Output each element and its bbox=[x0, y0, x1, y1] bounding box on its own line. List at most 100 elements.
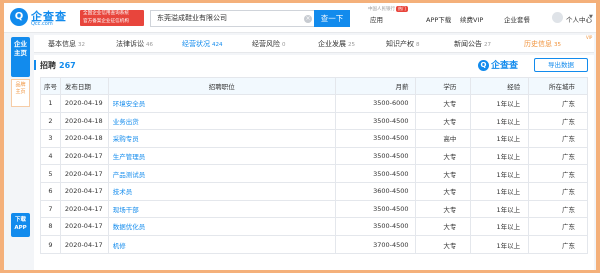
clear-search-icon[interactable]: × bbox=[304, 15, 312, 23]
cell-city-text: 广东 bbox=[562, 223, 575, 232]
table-row: 7 2020-04-17 现场干部 3500-4500 大专 1年以上 广东 bbox=[41, 200, 587, 219]
cell-experience: 1年以上 bbox=[471, 218, 530, 235]
cell-position[interactable]: 业务出货 bbox=[109, 112, 336, 130]
cell-no: 4 bbox=[41, 147, 61, 165]
position-link[interactable]: 现场干部 bbox=[113, 204, 139, 214]
cell-education-text: 大专 bbox=[443, 241, 457, 250]
cell-education-text: 大专 bbox=[443, 100, 457, 109]
cell-education: 大专 bbox=[416, 182, 472, 200]
cell-experience: 1年以上 bbox=[471, 95, 530, 112]
search-input[interactable]: 东莞溢成鞋业有限公司 bbox=[150, 10, 314, 27]
cell-no-text: 2 bbox=[48, 116, 53, 125]
tab-operations[interactable]: 经营状况 424 bbox=[182, 39, 223, 49]
cell-experience: 1年以上 bbox=[471, 147, 530, 165]
tab-label: 基本信息 bbox=[48, 40, 76, 48]
cell-position[interactable]: 现场干部 bbox=[109, 200, 336, 218]
cell-position[interactable]: 生产管理员 bbox=[109, 147, 336, 165]
cell-no-text: 1 bbox=[48, 99, 53, 108]
col-header-salary: 月薪 bbox=[336, 78, 416, 94]
tab-count: 25 bbox=[348, 42, 355, 48]
left-rail: 企业 主页 品牌 主页 bbox=[11, 37, 30, 107]
position-link[interactable]: 生产管理员 bbox=[113, 151, 146, 161]
col-header-position: 招聘职位 bbox=[109, 78, 336, 94]
table-row: 6 2020-04-17 技术员 3600-4500 大专 1年以上 广东 bbox=[41, 182, 587, 201]
cell-salary: 3700-4500 bbox=[336, 235, 416, 254]
cell-position[interactable]: 采购专员 bbox=[109, 130, 336, 147]
tab-history[interactable]: 历史信息 35 bbox=[524, 39, 561, 49]
cell-salary: 3600-4500 bbox=[336, 182, 416, 200]
tab-label: 知识产权 bbox=[386, 40, 414, 48]
cell-city-text: 广东 bbox=[562, 170, 575, 179]
nav-apps[interactable]: 应用 bbox=[370, 14, 383, 24]
tab-news[interactable]: 新闻公告 27 bbox=[454, 39, 491, 49]
cell-city: 广东 bbox=[529, 201, 587, 218]
position-link[interactable]: 机修 bbox=[113, 240, 126, 250]
tab-label: 法律诉讼 bbox=[116, 40, 144, 48]
watermark-mark-icon: Q bbox=[478, 60, 489, 71]
position-link[interactable]: 产品测试员 bbox=[113, 169, 146, 179]
tab-count: 0 bbox=[282, 42, 286, 48]
rail-download-app[interactable]: 下载 APP bbox=[11, 213, 30, 237]
cell-position[interactable]: 技术员 bbox=[109, 182, 336, 200]
tab-operating-risk[interactable]: 经营风险 0 bbox=[252, 39, 286, 49]
position-link[interactable]: 技术员 bbox=[113, 186, 133, 196]
hot-badge: 热门 bbox=[396, 6, 408, 12]
cell-experience: 1年以上 bbox=[471, 165, 530, 182]
logo-mark-icon: Q bbox=[10, 8, 28, 26]
cell-position[interactable]: 数据优化员 bbox=[109, 218, 336, 235]
tab-litigation[interactable]: 法律诉讼 46 bbox=[116, 39, 153, 49]
search-button[interactable]: 查一下 bbox=[314, 10, 350, 27]
cell-salary: 3500-4500 bbox=[336, 218, 416, 235]
position-link[interactable]: 采购专员 bbox=[113, 133, 139, 143]
chevron-down-icon[interactable]: ▼ bbox=[589, 14, 593, 20]
cell-salary: 3500-4500 bbox=[336, 200, 416, 218]
cell-experience-text: 1年以上 bbox=[496, 188, 521, 197]
position-link[interactable]: 数据优化员 bbox=[113, 221, 146, 231]
tab-basic-info[interactable]: 基本信息 32 bbox=[48, 39, 85, 49]
cell-education-text: 大专 bbox=[443, 205, 457, 214]
cell-no: 8 bbox=[41, 218, 61, 235]
rail-brand-home[interactable]: 品牌 主页 bbox=[11, 79, 30, 107]
cell-city-text: 广东 bbox=[562, 205, 575, 214]
cell-education-text: 大专 bbox=[443, 153, 457, 162]
cell-no: 6 bbox=[41, 182, 61, 200]
nav-enterprise-plan[interactable]: 企业套餐 bbox=[504, 14, 530, 24]
cell-position[interactable]: 机修 bbox=[109, 235, 336, 254]
cell-experience-text: 1年以上 bbox=[496, 205, 521, 214]
tab-label: 经营状况 bbox=[182, 40, 210, 48]
site-logo[interactable]: Q 企查查 Qcc.com bbox=[10, 8, 74, 30]
rail-company-home[interactable]: 企业 主页 bbox=[11, 37, 30, 77]
cell-city-text: 广东 bbox=[562, 188, 575, 197]
cell-no-text: 6 bbox=[48, 187, 53, 196]
position-link[interactable]: 业务出货 bbox=[113, 116, 139, 126]
table-header-row: 序号 发布日期 招聘职位 月薪 学历 经验 所在城市 bbox=[41, 78, 587, 95]
table-row: 5 2020-04-17 产品测试员 3500-4500 大专 1年以上 广东 bbox=[41, 165, 587, 183]
nav-app-download[interactable]: APP下载 bbox=[426, 14, 451, 24]
cell-city-text: 广东 bbox=[562, 153, 575, 162]
nav-renew-vip[interactable]: 续费VIP bbox=[460, 14, 483, 24]
tab-count: 46 bbox=[146, 42, 153, 48]
watermark-logo: Q 企查查 bbox=[478, 58, 518, 71]
table-row: 8 2020-04-17 数据优化员 3500-4500 大专 1年以上 广东 bbox=[41, 218, 587, 236]
logo-subtext: Qcc.com bbox=[31, 21, 53, 27]
gov-badge-line2: 官方备案企业征信机构 bbox=[83, 18, 129, 24]
user-avatar-icon[interactable] bbox=[552, 12, 563, 23]
cell-no-text: 7 bbox=[48, 204, 53, 213]
cell-position[interactable]: 环境安全员 bbox=[109, 95, 336, 112]
export-data-button[interactable]: 导出数据 bbox=[534, 58, 588, 72]
cell-education-text: 大专 bbox=[443, 170, 457, 179]
cell-city: 广东 bbox=[529, 130, 587, 147]
tab-ip[interactable]: 知识产权 8 bbox=[386, 39, 420, 49]
cell-no-text: 8 bbox=[48, 222, 53, 231]
vip-tag: VIP bbox=[586, 35, 593, 40]
cell-salary: 3500-4500 bbox=[336, 165, 416, 182]
tab-count: 32 bbox=[78, 42, 85, 48]
tab-development[interactable]: 企业发展 25 bbox=[318, 39, 355, 49]
cell-salary-text: 3500-4500 bbox=[373, 134, 409, 143]
gov-credit-badge: 全国企业信用查询系统 官方备案企业征信机构 bbox=[80, 10, 144, 26]
position-link[interactable]: 环境安全员 bbox=[113, 98, 146, 108]
cell-date: 2020-04-17 bbox=[61, 218, 109, 235]
cell-education-text: 大专 bbox=[443, 117, 457, 126]
cell-position[interactable]: 产品测试员 bbox=[109, 165, 336, 182]
top-header: Q 企查查 Qcc.com 全国企业信用查询系统 官方备案企业征信机构 东莞溢成… bbox=[4, 3, 596, 33]
